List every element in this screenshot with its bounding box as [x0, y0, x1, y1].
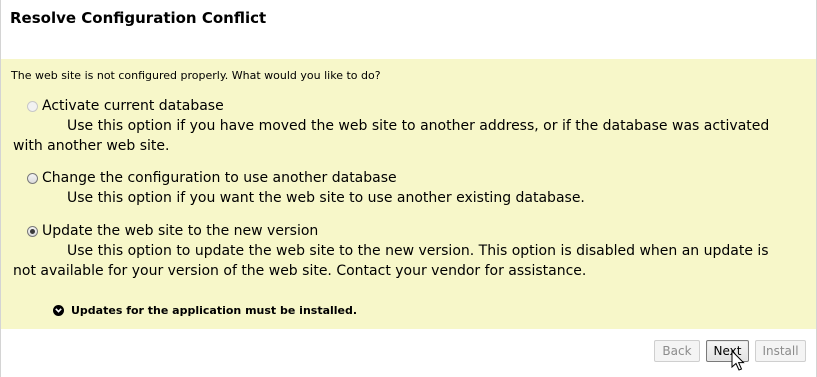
update-website-radio[interactable] [27, 225, 38, 237]
dialog-title: Resolve Configuration Conflict [10, 9, 267, 27]
mouse-cursor-icon [731, 350, 745, 371]
option-activate-database: Activate current database Use this optio… [13, 96, 797, 156]
update-notice: Updates for the application must be inst… [53, 304, 357, 317]
install-button[interactable]: Install [755, 340, 806, 362]
configuration-conflict-dialog: Resolve Configuration Conflict The web s… [0, 0, 817, 377]
change-database-radio[interactable] [27, 172, 38, 184]
chevron-down-circle-icon [53, 305, 64, 316]
dialog-buttons: Back Next Install [654, 340, 806, 362]
option-description: Use this option if you have moved the we… [13, 118, 770, 154]
option-description: Use this option to update the web site t… [13, 243, 769, 279]
option-change-database[interactable]: Change the configuration to use another … [27, 168, 797, 208]
notice-text: Updates for the application must be inst… [71, 304, 358, 317]
activate-database-radio [27, 100, 38, 112]
option-label[interactable]: Update the web site to the new version [42, 223, 318, 239]
option-label: Activate current database [42, 98, 224, 114]
back-button[interactable]: Back [654, 340, 700, 362]
option-update-website[interactable]: Update the web site to the new version U… [13, 221, 797, 281]
prompt-text: The web site is not configured properly.… [11, 69, 381, 82]
option-description: Use this option if you want the web site… [67, 190, 585, 206]
option-label[interactable]: Change the configuration to use another … [42, 170, 397, 186]
options-panel: The web site is not configured properly.… [1, 59, 816, 329]
